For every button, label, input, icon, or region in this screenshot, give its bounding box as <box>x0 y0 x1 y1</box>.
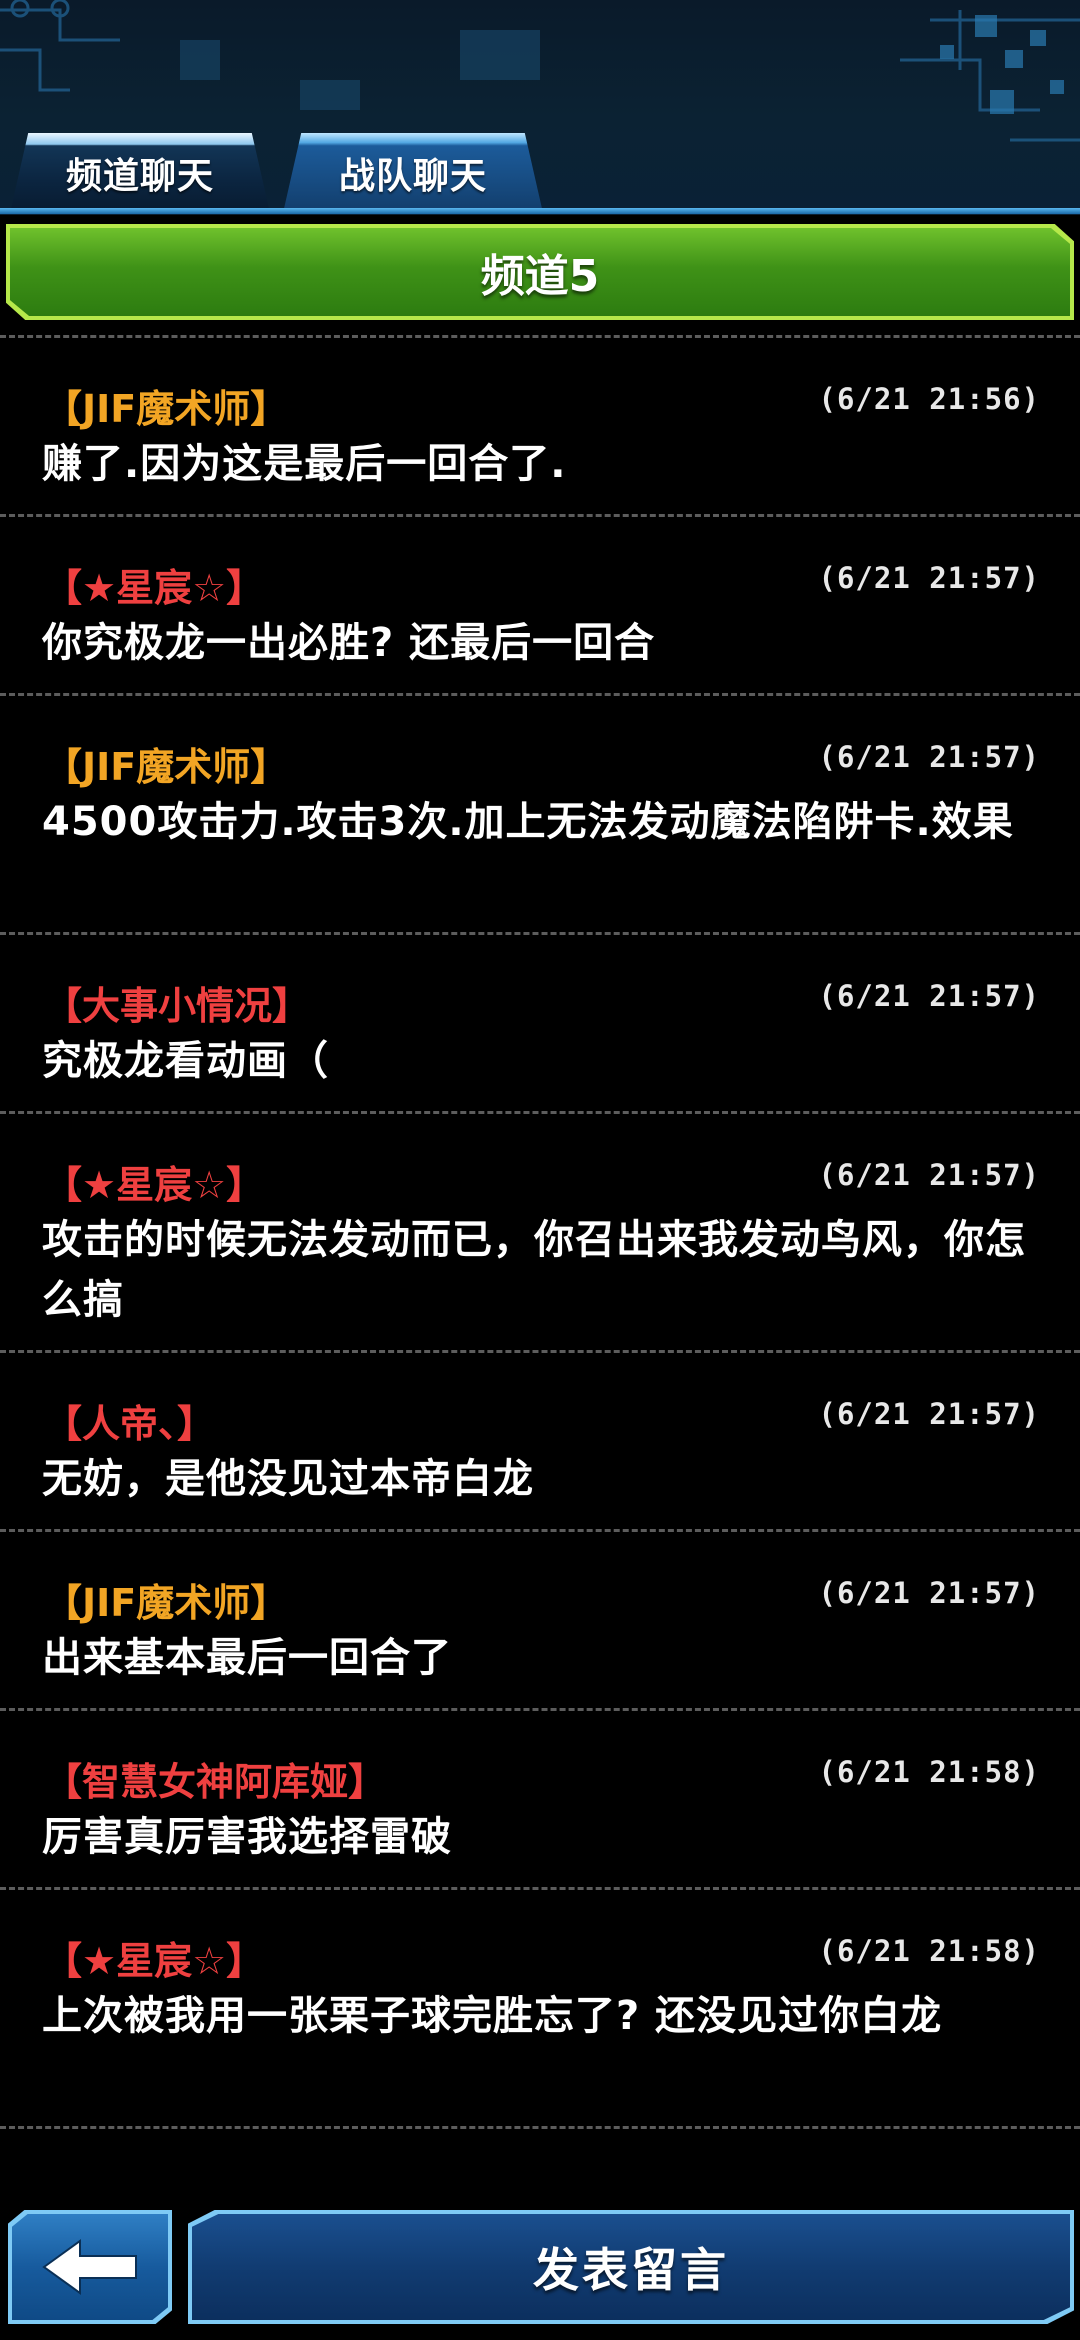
message-item: 【JIF魔术师】 (6/21 21:56) 赚了.因为这是最后一回合了. <box>0 335 1080 514</box>
message-item: 【★星宸☆】 (6/21 21:57) 攻击的时候无法发动而已，你召出来我发动鸟… <box>0 1111 1080 1350</box>
message-list[interactable]: 【JIF魔术师】 (6/21 21:56) 赚了.因为这是最后一回合了. 【★星… <box>0 335 1080 2205</box>
tab-underline <box>0 208 1080 214</box>
message-item-partial <box>0 2126 1080 2205</box>
message-time: (6/21 21:57) <box>818 1158 1040 1192</box>
post-message-label: 发表留言 <box>533 2243 729 2297</box>
message-item: 【★星宸☆】 (6/21 21:58) 上次被我用一张栗子球完胜忘了? 还没见过… <box>0 1887 1080 2126</box>
message-sender[interactable]: 【智慧女神阿库娅】 <box>44 1751 386 1806</box>
message-text: 无妨，是他没见过本帝白龙 <box>42 1456 534 1502</box>
message-text: 出来基本最后一回合了 <box>42 1635 452 1681</box>
tab-label: 频道聊天 <box>65 156 214 197</box>
post-message-button[interactable]: 发表留言 <box>188 2210 1074 2324</box>
message-item: 【智慧女神阿库娅】 (6/21 21:58) 厉害真厉害我选择雷破 <box>0 1708 1080 1887</box>
message-time: (6/21 21:57) <box>818 979 1040 1013</box>
message-text: 4500攻击力.攻击3次.加上无法发动魔法陷阱卡.效果 <box>42 799 1014 845</box>
message-text: 究极龙看动画（ <box>42 1038 329 1084</box>
message-sender[interactable]: 【大事小情况】 <box>44 975 310 1030</box>
message-text: 攻击的时候无法发动而已，你召出来我发动鸟风，你怎么搞 <box>42 1217 1026 1323</box>
message-time: (6/21 21:58) <box>818 1934 1040 1968</box>
chat-screen: 频道聊天 战队聊天 频道5 【JIF魔术师】 (6/21 21:56) 赚了.因… <box>0 0 1080 2340</box>
tab-team-chat[interactable]: 战队聊天 <box>283 133 543 213</box>
message-time: (6/21 21:57) <box>818 1397 1040 1431</box>
message-text: 厉害真厉害我选择雷破 <box>42 1814 452 1860</box>
message-item: 【大事小情况】 (6/21 21:57) 究极龙看动画（ <box>0 932 1080 1111</box>
message-item: 【人帝、】 (6/21 21:57) 无妨，是他没见过本帝白龙 <box>0 1350 1080 1529</box>
message-time: (6/21 21:58) <box>818 1755 1040 1789</box>
message-sender[interactable]: 【★星宸☆】 <box>44 1154 264 1209</box>
message-time: (6/21 21:57) <box>818 740 1040 774</box>
tab-channel-chat[interactable]: 频道聊天 <box>10 133 270 213</box>
message-time: (6/21 21:57) <box>818 1576 1040 1610</box>
message-sender[interactable]: 【人帝、】 <box>44 1393 215 1448</box>
message-time: (6/21 21:57) <box>818 561 1040 595</box>
message-text: 上次被我用一张栗子球完胜忘了? 还没见过你白龙 <box>42 1993 943 2039</box>
message-sender[interactable]: 【JIF魔术师】 <box>44 736 288 791</box>
channel-header[interactable]: 频道5 <box>6 224 1074 320</box>
message-sender[interactable]: 【★星宸☆】 <box>44 557 264 612</box>
message-item: 【JIF魔术师】 (6/21 21:57) 出来基本最后一回合了 <box>0 1529 1080 1708</box>
back-button[interactable] <box>8 2210 172 2324</box>
channel-title: 频道5 <box>480 251 600 302</box>
message-sender[interactable]: 【JIF魔术师】 <box>44 378 288 433</box>
message-text: 赚了.因为这是最后一回合了. <box>42 441 567 487</box>
bottom-bar: 发表留言 <box>0 2200 1080 2340</box>
message-item: 【JIF魔术师】 (6/21 21:57) 4500攻击力.攻击3次.加上无法发… <box>0 693 1080 932</box>
message-text: 你究极龙一出必胜? 还最后一回合 <box>42 620 656 666</box>
message-item: 【★星宸☆】 (6/21 21:57) 你究极龙一出必胜? 还最后一回合 <box>0 514 1080 693</box>
message-time: (6/21 21:56) <box>818 382 1040 416</box>
message-sender[interactable]: 【JIF魔术师】 <box>44 1572 288 1627</box>
back-arrow-icon <box>42 2239 137 2295</box>
message-sender[interactable]: 【★星宸☆】 <box>44 1930 264 1985</box>
tab-label: 战队聊天 <box>338 156 487 197</box>
